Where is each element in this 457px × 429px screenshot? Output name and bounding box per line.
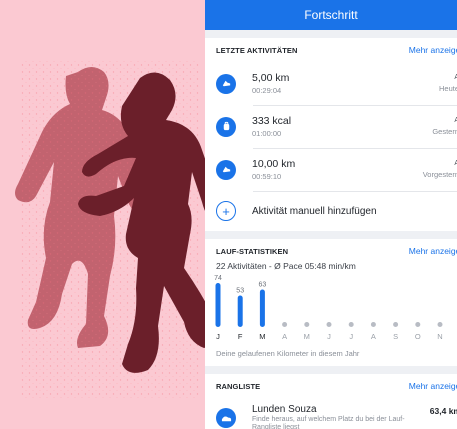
chart-tick-label: A [371,332,376,341]
activity-type: A [454,117,457,124]
shoe-icon [216,408,236,428]
activity-date: Heute [438,84,457,93]
running-stats-card: LAUF-STATISTIKEN Mehr anzeigen 22 Aktivi… [205,239,457,366]
ranking-value: 63,4 km [429,406,457,416]
activity-value: 5,00 km [252,72,290,84]
activity-value: 333 kcal [252,115,292,127]
add-activity-label: Aktivität manuell hinzufügen [252,205,377,217]
chart-empty-dot [348,322,354,327]
chart-empty-dot [370,322,376,327]
chart-tick-label: J [349,332,353,341]
running-shoe-icon [216,73,236,94]
activity-row[interactable]: 10,00 km 00:59:10 A Vorgestern [205,148,457,191]
section-title: LETZTE AKTIVITÄTEN [216,45,298,55]
running-stats-header: LAUF-STATISTIKEN Mehr anzeigen [205,239,457,263]
show-more-link[interactable]: Mehr anzeigen [409,381,457,391]
chart-value-label: 63 [259,282,267,289]
ranking-row[interactable]: Lunden Souza Finde heraus, auf welchem P… [205,398,457,429]
add-activity-manually-button[interactable]: + Aktivität manuell hinzufügen [205,191,457,231]
strength-icon [216,116,236,137]
chart-tick-label: O [415,332,421,341]
activity-date: Vorgestern [422,170,457,179]
recent-activities-header: LETZTE AKTIVITÄTEN Mehr anzeigen [205,38,457,62]
chart-value-label: 74 [214,275,222,282]
app-bar: Fortschritt [205,0,457,30]
page-title: Fortschritt [304,8,358,22]
activity-date: Gestern [432,127,457,136]
chart-bar [215,283,221,327]
activity-type: A [454,74,457,81]
chart-tick-label: M [259,332,265,341]
chart-empty-dot [437,322,443,327]
monthly-km-chart: 74 J 53 F 63 M A M J J A S O N [205,275,457,345]
chart-empty-dot [282,322,288,327]
section-title: RANGLISTE [216,381,261,391]
chart-tick-label: J [327,332,331,341]
ranking-header: RANGLISTE Mehr anzeigen [205,374,457,398]
app-screen: Fortschritt LETZTE AKTIVITÄTEN Mehr anze… [205,0,457,429]
chart-value-label: 53 [236,287,244,294]
chart-footnote: Deine gelaufenen Kilometer in diesem Jah… [216,349,360,358]
chart-tick-label: A [282,332,287,341]
chart-tick-label: S [393,332,398,341]
activity-duration: 00:59:10 [252,172,282,181]
chart-tick-label: N [437,332,442,341]
plus-icon: + [216,201,236,221]
chart-tick-label: M [304,332,310,341]
chart-bar [237,295,243,327]
chart-tick-label: F [238,332,243,341]
section-title: LAUF-STATISTIKEN [216,246,289,256]
running-shoe-icon [216,159,236,180]
chart-empty-dot [393,322,399,327]
chart-tick-label: J [216,332,220,341]
recent-activities-card: LETZTE AKTIVITÄTEN Mehr anzeigen 5,00 km… [205,38,457,231]
ranking-card: RANGLISTE Mehr anzeigen Lunden Souza Fin… [205,374,457,429]
activity-row[interactable]: 333 kcal 01:00:00 A Gestern [205,105,457,148]
stats-summary: 22 Aktivitäten - Ø Pace 05:48 min/km [216,261,356,271]
chart-empty-dot [304,322,310,327]
show-more-link[interactable]: Mehr anzeigen [409,45,457,55]
chart-empty-dot [326,322,332,327]
activity-duration: 01:00:00 [252,129,282,138]
ranking-name: Lunden Souza [252,403,317,415]
activity-row[interactable]: 5,00 km 00:29:04 A Heute [205,62,457,105]
show-more-link[interactable]: Mehr anzeigen [409,246,457,256]
chart-empty-dot [415,322,421,327]
activity-value: 10,00 km [252,158,296,170]
chart-svg: 74 J 53 F 63 M A M J J A S O N [214,275,443,341]
ranking-description: Finde heraus, auf welchem Platz du bei d… [252,415,405,429]
activity-duration: 00:29:04 [252,86,282,95]
activity-type: A [454,160,457,167]
chart-bar [259,289,265,327]
